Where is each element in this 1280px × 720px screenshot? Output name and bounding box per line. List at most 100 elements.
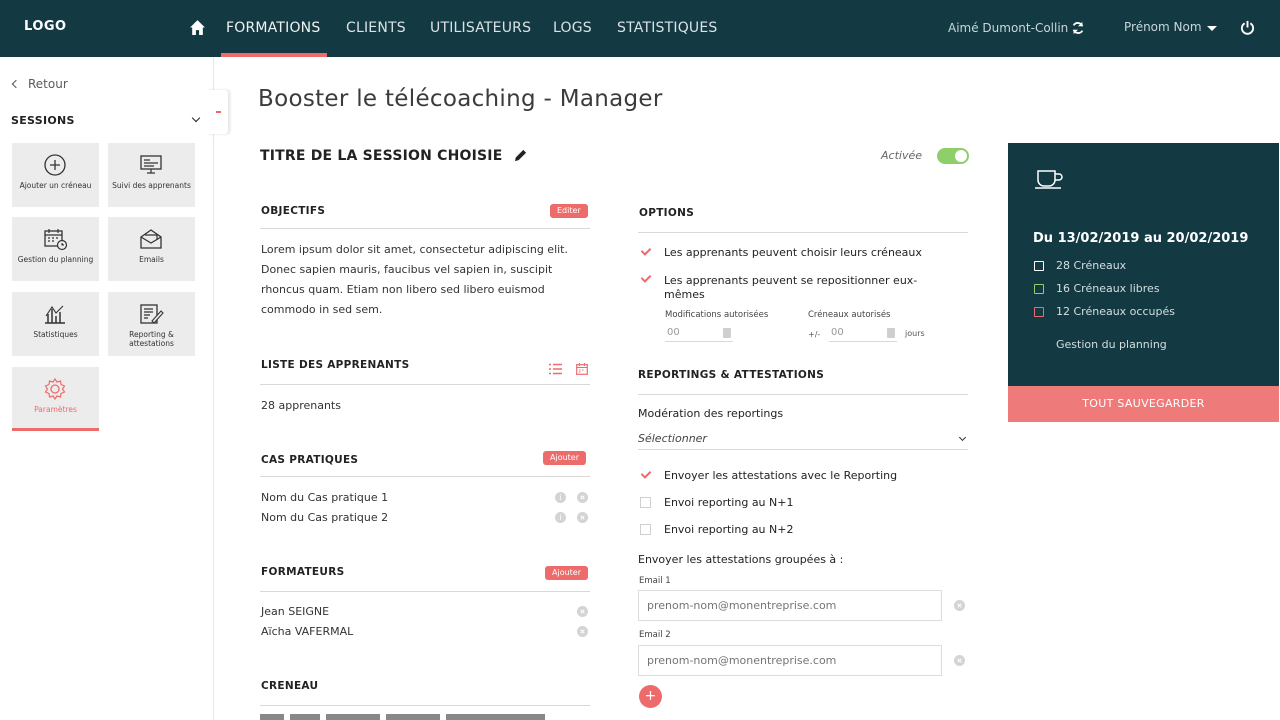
nav-logs[interactable]: LOGS	[553, 20, 592, 36]
tile-label: Paramètres	[34, 405, 77, 414]
remove-icon[interactable]	[954, 600, 965, 611]
session-title: TITRE DE LA SESSION CHOISIE	[260, 148, 503, 164]
divider	[260, 705, 590, 706]
modifications-label: Modifications autorisées	[665, 310, 769, 320]
checkbox-report-n1[interactable]	[640, 497, 651, 508]
learners-count: 28 apprenants	[261, 399, 341, 412]
status-label: Activée	[881, 149, 922, 162]
slot-content-cutoff	[260, 714, 560, 720]
tile-label: Ajouter un créneau	[19, 181, 92, 190]
chevron-down-icon[interactable]	[191, 113, 201, 123]
option-label: Envoyer les attestations avec le Reporti…	[664, 469, 898, 482]
edit-objectives-button[interactable]: Editer	[550, 204, 588, 218]
options-heading: OPTIONS	[639, 207, 695, 219]
info-icon[interactable]: i	[555, 492, 566, 503]
tile-statistics[interactable]: Statistiques	[12, 292, 99, 356]
stepper-arrows-icon[interactable]	[723, 328, 731, 338]
toggle-knob	[955, 150, 967, 162]
moderation-select[interactable]: Sélectionner	[638, 430, 968, 450]
stepper-arrows-icon[interactable]	[887, 328, 895, 338]
grouped-attestations-label: Envoyer les attestations groupées à :	[638, 553, 844, 566]
save-all-button[interactable]: TOUT SAUVEGARDER	[1008, 386, 1279, 422]
logo[interactable]: LOGO	[24, 19, 67, 34]
case-item: Nom du Cas pratique 1	[261, 491, 389, 504]
remove-icon[interactable]	[954, 655, 965, 666]
slot-heading: CRENEAU	[261, 680, 319, 692]
user-menu[interactable]: Prénom Nom	[1124, 20, 1202, 34]
home-icon[interactable]	[189, 19, 206, 36]
tile-learner-tracking[interactable]: Suivi des apprenants	[108, 143, 195, 207]
tile-settings[interactable]: Paramètres	[12, 367, 99, 431]
learners-heading: LISTE DES APPRENANTS	[261, 359, 410, 371]
remove-icon[interactable]	[577, 606, 588, 617]
divider	[260, 591, 590, 592]
slots-value: 00	[831, 327, 844, 338]
total-slots: 28 Créneaux	[1056, 259, 1127, 272]
add-email-button[interactable]: +	[639, 685, 662, 708]
back-link[interactable]: Retour	[11, 77, 68, 91]
sidebar-collapse-toggle[interactable]	[206, 90, 228, 134]
nav-formations[interactable]: FORMATIONS	[226, 20, 320, 36]
checkbox-reposition[interactable]	[640, 273, 651, 284]
email1-field[interactable]	[638, 590, 942, 621]
remove-icon[interactable]	[577, 512, 588, 523]
pencil-icon[interactable]	[514, 149, 527, 162]
sessions-heading[interactable]: SESSIONS	[11, 114, 75, 127]
slots-stepper[interactable]: 00	[829, 325, 897, 342]
envelope-icon	[140, 229, 162, 249]
nav-utilisateurs[interactable]: UTILISATEURS	[430, 20, 531, 36]
trainer-item: Jean SEIGNE	[261, 605, 330, 618]
modifications-value: 00	[667, 327, 680, 338]
modifications-stepper[interactable]: 00	[665, 325, 733, 342]
list-icon[interactable]	[549, 363, 562, 375]
checkbox-report-n2[interactable]	[640, 524, 651, 535]
free-slots: 16 Créneaux libres	[1056, 282, 1160, 295]
tile-label: Statistiques	[33, 330, 78, 339]
remove-icon[interactable]	[577, 492, 588, 503]
checkbox-choose-slots[interactable]	[640, 246, 651, 257]
planning-link[interactable]: Gestion du planning	[1056, 338, 1167, 351]
divider	[260, 476, 590, 477]
calendar-check-icon	[1034, 284, 1044, 294]
active-toggle[interactable]	[937, 148, 969, 164]
nav-clients[interactable]: CLIENTS	[346, 20, 406, 36]
add-trainer-button[interactable]: Ajouter	[545, 566, 589, 580]
tile-planning[interactable]: Gestion du planning	[12, 217, 99, 281]
power-icon[interactable]	[1240, 20, 1255, 35]
email2-label: Email 2	[639, 630, 671, 640]
case-item: Nom du Cas pratique 2	[261, 511, 389, 524]
chevron-down-icon[interactable]	[1207, 26, 1217, 31]
tile-label: Suivi des apprenants	[112, 181, 191, 190]
tile-label: Reporting & attestations	[129, 330, 174, 348]
active-nav-indicator	[221, 53, 327, 57]
gear-icon	[44, 377, 66, 401]
option-label: Envoi reporting au N+1	[664, 496, 794, 509]
objectives-heading: OBJECTIFS	[261, 205, 326, 217]
option-label: Envoi reporting au N+2	[664, 523, 794, 536]
checkbox-attestations-with-reporting[interactable]	[640, 469, 651, 480]
nav-statistiques[interactable]: STATISTIQUES	[617, 20, 718, 36]
tile-label: Emails	[139, 255, 164, 264]
sidebar: Retour SESSIONS Ajouter un créneau Suivi…	[0, 57, 214, 720]
minus-icon	[216, 111, 221, 113]
calendar-x-icon	[1034, 307, 1044, 317]
chevron-left-icon	[11, 79, 21, 89]
tile-reporting[interactable]: Reporting & attestations	[108, 292, 195, 356]
add-case-button[interactable]: Ajouter	[543, 451, 587, 465]
objectives-text: Lorem ipsum dolor sit amet, consectetur …	[261, 243, 568, 316]
email2-field[interactable]	[638, 645, 942, 676]
report-icon	[140, 304, 164, 324]
chevron-down-icon	[958, 433, 967, 442]
calendar-icon[interactable]	[576, 363, 588, 375]
info-icon[interactable]: i	[555, 512, 566, 523]
refresh-icon[interactable]	[1071, 21, 1085, 35]
option-label: Les apprenants peuvent se repositionner …	[664, 274, 918, 301]
tile-emails[interactable]: Emails	[108, 217, 195, 281]
tile-label: Gestion du planning	[17, 255, 94, 264]
session-dates: Du 13/02/2019 au 20/02/2019	[1033, 231, 1249, 246]
remove-icon[interactable]	[577, 626, 588, 637]
session-summary-panel: Du 13/02/2019 au 20/02/2019 28 Créneaux …	[1008, 143, 1279, 386]
tile-add-slot[interactable]: Ajouter un créneau	[12, 143, 99, 207]
back-label: Retour	[28, 77, 68, 91]
divider	[260, 384, 590, 385]
